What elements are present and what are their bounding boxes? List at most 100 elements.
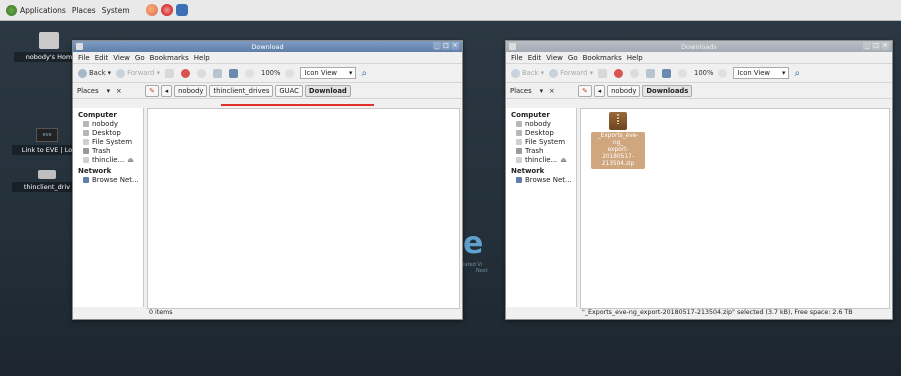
sidebar-section-computer: Computer [78, 111, 117, 119]
breadcrumb-thinclient-drives[interactable]: thinclient_drives [209, 84, 274, 97]
view-mode-select[interactable]: Icon View ▾ [300, 67, 357, 79]
firefox-icon[interactable] [145, 4, 158, 16]
breadcrumb-downloads[interactable]: Downloads [642, 84, 693, 97]
menu-go[interactable]: Go [135, 54, 145, 62]
menu-edit[interactable]: Edit [528, 54, 542, 62]
menu-help[interactable]: Help [194, 54, 210, 62]
menu-file[interactable]: File [78, 54, 90, 62]
sidebar-item-file-system[interactable]: File System [83, 138, 143, 146]
file-item-zip[interactable]: _Exports_eve-ng_ export-20180517- 213504… [591, 112, 645, 169]
breadcrumb-nobody[interactable]: nobody [174, 84, 208, 97]
computer-button[interactable] [662, 68, 673, 78]
places-menu[interactable]: Places [72, 6, 96, 15]
reload-button[interactable] [630, 68, 641, 78]
minimize-button[interactable]: _ [863, 42, 871, 50]
sidebar-item-desktop[interactable]: Desktop [516, 129, 576, 137]
zoom-out-icon [245, 68, 255, 78]
eject-icon[interactable]: ⏏ [127, 156, 134, 164]
menu-view[interactable]: View [546, 54, 563, 62]
menu-edit[interactable]: Edit [95, 54, 109, 62]
maximize-button[interactable]: □ [872, 42, 880, 50]
minimize-button[interactable]: _ [433, 42, 441, 50]
sidebar-item-browse-network[interactable]: Browse Net... [516, 176, 576, 184]
file-name-line-2: export-20180517- [602, 147, 634, 160]
zoom-out-button[interactable] [678, 68, 689, 78]
sidebar-item-file-system[interactable]: File System [516, 138, 576, 146]
sidebar-item-desktop[interactable]: Desktop [83, 129, 143, 137]
file-view-area[interactable]: _Exports_eve-ng_ export-20180517- 213504… [580, 108, 890, 309]
forward-button[interactable]: Forward ▾ [116, 68, 160, 78]
close-pane-icon[interactable]: × [116, 87, 122, 95]
home-button[interactable] [646, 68, 657, 78]
breadcrumb-left-arrow[interactable]: ◂ [593, 84, 606, 97]
applications-menu[interactable]: Applications [6, 4, 66, 16]
sidebar-item-label: thinclie... [92, 156, 125, 164]
sidebar-item-nobody[interactable]: nobody [83, 120, 143, 128]
sidebar-item-label: nobody [92, 120, 119, 128]
up-button[interactable] [165, 68, 176, 78]
sidebar-item-thinclient[interactable]: thinclie... ⏏ [516, 156, 576, 164]
menu-view[interactable]: View [113, 54, 130, 62]
back-button[interactable]: Back ▾ [78, 68, 111, 78]
stop-button[interactable] [614, 68, 625, 78]
sidebar-item-nobody[interactable]: nobody [516, 120, 576, 128]
close-button[interactable]: × [881, 42, 889, 50]
sidebar-item-label: Desktop [92, 129, 121, 137]
zoom-in-button[interactable] [285, 68, 296, 78]
search-button[interactable]: ⌕ [794, 68, 800, 79]
menu-go[interactable]: Go [568, 54, 578, 62]
view-mode-select[interactable]: Icon View ▾ [733, 67, 790, 79]
zoom-out-button[interactable] [245, 68, 256, 78]
toggle-location-button[interactable]: ✎ [145, 84, 159, 97]
folder-icon [516, 121, 522, 127]
sidebar-item-trash[interactable]: Trash [516, 147, 576, 155]
forward-button[interactable]: Forward ▾ [549, 68, 593, 78]
back-button[interactable]: Back ▾ [511, 68, 544, 78]
forward-arrow-icon [116, 68, 126, 78]
sidebar-item-label: Browse Net... [525, 176, 572, 184]
system-menu[interactable]: System [102, 6, 130, 15]
breadcrumb-nobody[interactable]: nobody [607, 84, 641, 97]
sidebar-item-trash[interactable]: Trash [83, 147, 143, 155]
zoom-out-icon [678, 68, 688, 78]
menu-bar: File Edit View Go Bookmarks Help [506, 52, 892, 64]
close-pane-icon[interactable]: × [549, 87, 555, 95]
menu-bookmarks[interactable]: Bookmarks [150, 54, 189, 62]
sidebar-item-thinclient[interactable]: thinclie... ⏏ [83, 156, 143, 164]
sidebar-item-label: Trash [92, 147, 111, 155]
side-pane-selector[interactable]: Places ▾ × [506, 87, 576, 95]
toggle-location-button[interactable]: ✎ [578, 84, 592, 97]
side-pane-selector[interactable]: Places ▾ × [73, 87, 143, 95]
toolbar: Back ▾ Forward ▾ 100% Icon View ▾ ⌕ [73, 64, 462, 83]
zoom-in-icon [718, 68, 728, 78]
close-button[interactable]: × [451, 42, 459, 50]
menu-help[interactable]: Help [627, 54, 643, 62]
menu-bar: File Edit View Go Bookmarks Help [73, 52, 462, 64]
up-button[interactable] [598, 68, 609, 78]
sidebar-item-browse-network[interactable]: Browse Net... [83, 176, 143, 184]
stop-button[interactable] [181, 68, 192, 78]
home-button[interactable] [213, 68, 224, 78]
window-titlebar[interactable]: Downloads _ □ × [506, 41, 892, 52]
breadcrumb-left-arrow[interactable]: ◂ [160, 84, 173, 97]
eject-icon[interactable]: ⏏ [560, 156, 567, 164]
search-button[interactable]: ⌕ [361, 68, 367, 79]
sidebar-item-label: nobody [525, 120, 552, 128]
view-mode-value: Icon View [737, 69, 770, 77]
reload-button[interactable] [197, 68, 208, 78]
maximize-button[interactable]: □ [442, 42, 450, 50]
window-titlebar[interactable]: Download _ □ × [73, 41, 462, 52]
desktop-folder-icon [516, 130, 522, 136]
menu-file[interactable]: File [511, 54, 523, 62]
places-sidebar: Computer nobody Desktop File System Tras… [506, 108, 577, 307]
window-menu-icon[interactable] [509, 43, 516, 50]
app-launcher-icon[interactable] [160, 4, 173, 16]
breadcrumb-guac[interactable]: GUAC [275, 84, 303, 97]
zoom-in-button[interactable] [718, 68, 729, 78]
computer-button[interactable] [229, 68, 240, 78]
menu-bookmarks[interactable]: Bookmarks [583, 54, 622, 62]
file-view-area[interactable] [147, 108, 460, 309]
breadcrumb-download[interactable]: Download [304, 84, 351, 97]
window-menu-icon[interactable] [76, 43, 83, 50]
terminal-launcher-icon[interactable] [175, 4, 188, 16]
